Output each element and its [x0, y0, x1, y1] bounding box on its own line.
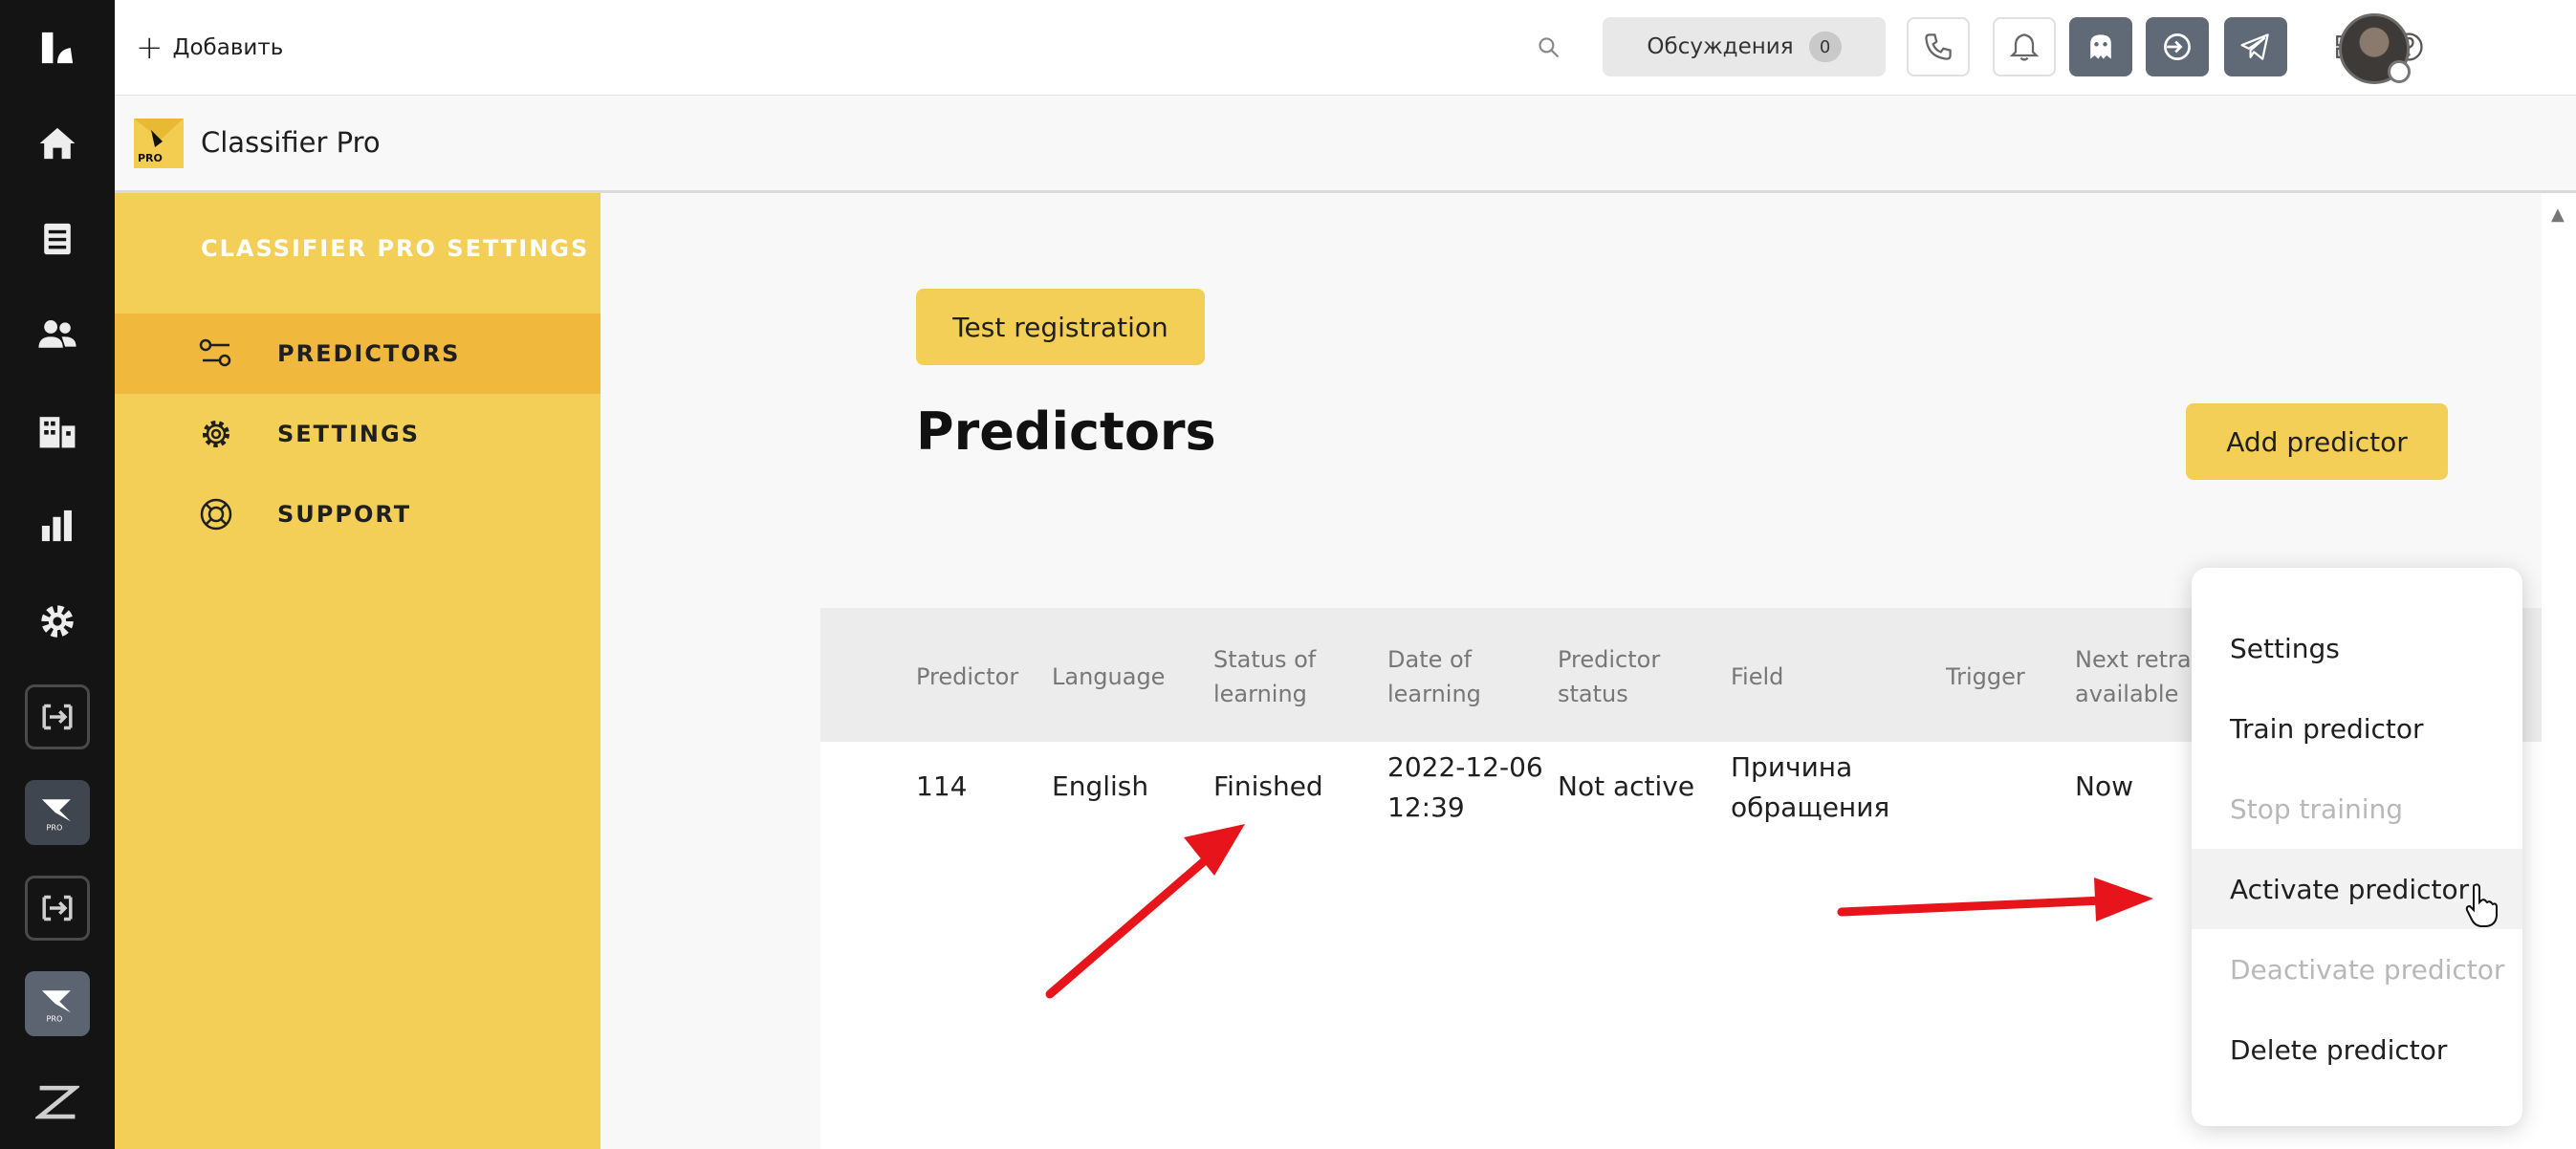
cell-status-of-learning: Finished — [1213, 770, 1323, 802]
scrollbar[interactable]: ▲ — [2542, 193, 2576, 1149]
sidebar-item-label: PREDICTORS — [277, 340, 461, 367]
sidebar-item-settings[interactable]: SETTINGS — [115, 394, 600, 474]
telegram-icon[interactable] — [2224, 17, 2287, 76]
organizations-icon[interactable] — [25, 398, 90, 463]
scroll-up-icon[interactable]: ▲ — [2551, 205, 2565, 225]
discussions-label: Обсуждения — [1647, 34, 1794, 59]
top-bar: + Добавить Обсуждения 0 — [115, 0, 2576, 96]
add-button-label: Добавить — [172, 35, 284, 60]
sign-in-arrow-icon[interactable] — [2146, 17, 2209, 76]
tickets-icon[interactable] — [25, 206, 90, 271]
sidebar-item-support[interactable]: SUPPORT — [115, 474, 600, 554]
admin-gear-icon[interactable] — [25, 589, 90, 654]
menu-item-settings[interactable]: Settings — [2192, 608, 2522, 688]
sidebar-title: CLASSIFIER PRO SETTINGS — [201, 235, 590, 262]
menu-item-train-predictor[interactable]: Train predictor — [2192, 688, 2522, 769]
zendesk-z-icon[interactable] — [25, 1069, 90, 1134]
column-header-field: Field — [1731, 663, 1784, 690]
classifier-pro-logo: PRO — [134, 119, 184, 168]
sidebar-item-predictors[interactable]: PREDICTORS — [115, 314, 600, 394]
user-avatar[interactable] — [2339, 13, 2411, 84]
left-navigation-rail: PRO PRO — [0, 0, 115, 1149]
svg-text:PRO: PRO — [47, 1014, 63, 1023]
plus-icon: + — [136, 29, 164, 67]
predictor-actions-menu: Settings Train predictor Stop training A… — [2192, 568, 2522, 1126]
menu-item-deactivate-predictor: Deactivate predictor — [2230, 953, 2505, 986]
transfer-app-icon[interactable] — [25, 684, 90, 749]
reporting-icon[interactable] — [25, 493, 90, 558]
settings-sidebar: CLASSIFIER PRO SETTINGS PREDICTORS SETTI… — [115, 193, 600, 1149]
discussions-button[interactable]: Обсуждения 0 — [1603, 17, 1886, 76]
column-header-date-of-learning: Date of learning — [1387, 646, 1481, 707]
phone-icon[interactable] — [1907, 17, 1970, 76]
gear-icon — [203, 421, 229, 447]
status-dot — [2388, 60, 2411, 83]
predictors-icon — [199, 338, 231, 367]
lifebuoy-icon — [200, 498, 232, 531]
test-registration-button[interactable]: Test registration — [916, 289, 1205, 365]
classifier-pro-app-icon[interactable]: PRO — [25, 780, 90, 845]
add-button[interactable]: + Добавить — [136, 27, 283, 69]
classifier-pro-active-app-icon[interactable]: PRO — [25, 971, 90, 1036]
app-title: Classifier Pro — [201, 126, 381, 159]
customers-icon[interactable] — [25, 302, 90, 367]
svg-text:PRO: PRO — [47, 823, 63, 832]
menu-item-stop-training: Stop training — [2230, 792, 2404, 825]
transfer-app-icon-2[interactable] — [25, 876, 90, 941]
zendesk-logo-icon[interactable] — [25, 15, 90, 80]
sidebar-item-label: SUPPORT — [277, 501, 412, 528]
discussions-count-badge: 0 — [1808, 32, 1842, 62]
app-header: PRO Classifier Pro — [115, 96, 2576, 193]
home-icon[interactable] — [25, 111, 90, 176]
menu-item-delete-predictor[interactable]: Delete predictor — [2192, 1009, 2522, 1090]
page-title: Predictors — [916, 401, 1216, 462]
column-header-predictor-status: Predictor status — [1558, 646, 1661, 707]
ghost-icon[interactable] — [2069, 17, 2132, 76]
logo-pro-text: PRO — [138, 152, 163, 164]
column-header-status-of-learning: Status of learning — [1213, 646, 1317, 707]
cell-field: Причина обращения — [1731, 751, 1890, 823]
hand-pointer-cursor-icon — [2465, 883, 2498, 927]
search-icon[interactable] — [1528, 27, 1570, 69]
cell-date-of-learning: 2022-12-06 12:39 — [1387, 751, 1543, 823]
add-predictor-button[interactable]: Add predictor — [2186, 403, 2448, 480]
sidebar-item-label: SETTINGS — [277, 421, 420, 447]
bell-icon[interactable] — [1993, 17, 2056, 76]
column-header-language: Language — [1052, 663, 1166, 690]
cell-predictor-status: Not active — [1558, 770, 1695, 802]
